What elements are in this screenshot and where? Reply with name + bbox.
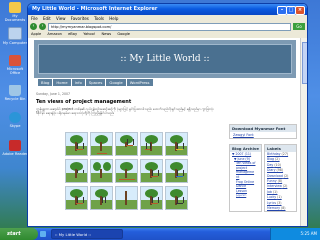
desktop-icon-my-documents[interactable]: My Documents bbox=[2, 2, 28, 22]
pdf-icon bbox=[9, 140, 21, 151]
cartoon-panel bbox=[165, 186, 188, 210]
cartoon-panel bbox=[140, 159, 163, 183]
navigation-bar: ‹ › http://mymyanmar.blogspot.com/ Go bbox=[28, 22, 307, 31]
cartoon-panel bbox=[140, 186, 163, 210]
tab-google[interactable]: Google bbox=[106, 79, 126, 86]
menu-view[interactable]: View bbox=[56, 16, 66, 21]
clock: 5:25 AM bbox=[300, 231, 317, 236]
tab-spaces[interactable]: Spaces bbox=[85, 79, 106, 86]
address-input[interactable]: http://mymyanmar.blogspot.com/ bbox=[48, 22, 291, 31]
cartoon-panel bbox=[90, 186, 113, 210]
scrollbar-thumb[interactable] bbox=[302, 42, 307, 84]
ie-quicklaunch-icon[interactable] bbox=[40, 231, 46, 237]
sidebar: Download Myanmar Font Zawgyi Font Blog A… bbox=[229, 124, 297, 213]
desktop-icon-label: Skype bbox=[9, 124, 21, 128]
desktop-icon-label: My Computer bbox=[2, 41, 28, 45]
forward-button[interactable]: › bbox=[39, 23, 46, 30]
tab-info[interactable]: Info bbox=[71, 79, 85, 86]
browser-window: My Little World - Microsoft Internet Exp… bbox=[27, 3, 308, 227]
post-date: Sunday, June 1, 2007 bbox=[36, 92, 71, 96]
archive-post-link[interactable]: မြန်မာစာ bbox=[230, 193, 261, 198]
cartoon-panel bbox=[90, 132, 113, 156]
taskbar: start :: My Little World :: 5:25 AM bbox=[0, 228, 320, 240]
font-download-box: Download Myanmar Font Zawgyi Font bbox=[229, 124, 297, 139]
computer-icon bbox=[8, 27, 22, 40]
blog-header-title[interactable]: :: My Little World :: bbox=[38, 44, 292, 74]
post-title[interactable]: Ten views of project management bbox=[36, 99, 131, 105]
bookmark-amazon[interactable]: Amazon bbox=[47, 32, 62, 36]
cartoon-panel bbox=[115, 159, 138, 183]
cartoon-panel bbox=[140, 132, 163, 156]
bookmark-google[interactable]: Google bbox=[117, 32, 130, 36]
blog-header: :: My Little World :: bbox=[34, 40, 296, 78]
system-tray: 5:25 AM bbox=[270, 228, 320, 240]
window-title: My Little World - Microsoft Internet Exp… bbox=[32, 6, 158, 12]
zawgyi-font-link[interactable]: Zawgyi Font bbox=[230, 132, 296, 138]
blog-archive-heading: Blog Archive bbox=[230, 145, 261, 152]
tab-wordpress[interactable]: WordPress bbox=[126, 79, 153, 86]
font-download-heading: Download Myanmar Font bbox=[230, 125, 296, 132]
desktop-icon-label: Microsoft Office bbox=[6, 67, 24, 75]
start-button[interactable]: start bbox=[0, 228, 38, 240]
menu-edit[interactable]: Edit bbox=[43, 16, 51, 21]
post-body: ကွန်ပျူတာ ဆော့ဖ်ဝဲ project တစ်ခု၏ လုပ်ငန… bbox=[36, 107, 214, 116]
cartoon-panel bbox=[165, 159, 188, 183]
desktop-icon-my-computer[interactable]: My Computer bbox=[2, 27, 28, 45]
bookmark-news[interactable]: News bbox=[101, 32, 111, 36]
menu-tools[interactable]: Tools bbox=[94, 16, 104, 21]
labels-heading: Labels bbox=[265, 145, 296, 152]
desktop-icon-skype[interactable]: Skype bbox=[2, 112, 28, 128]
cartoon-panel bbox=[65, 132, 88, 156]
office-icon bbox=[9, 55, 21, 66]
cartoon-panel bbox=[90, 159, 113, 183]
menu-file[interactable]: File bbox=[31, 16, 38, 21]
cartoon-panel bbox=[65, 159, 88, 183]
vertical-scrollbar[interactable] bbox=[300, 38, 307, 226]
back-button[interactable]: ‹ bbox=[30, 23, 37, 30]
desktop: My Documents My Computer Microsoft Offic… bbox=[0, 0, 30, 228]
blog-nav-tabs: Blog Home Info Spaces Google WordPress bbox=[38, 79, 153, 86]
desktop-icon-recycle-bin[interactable]: Recycle Bin bbox=[2, 85, 28, 101]
title-bar[interactable]: My Little World - Microsoft Internet Exp… bbox=[28, 4, 307, 15]
blog-archive: Blog Archive ▼ 2007 (11) ▼ June (9) Ten … bbox=[229, 144, 262, 213]
recycle-bin-icon bbox=[9, 85, 21, 96]
tree-swing-cartoon bbox=[65, 132, 188, 210]
bookmark-ebay[interactable]: eBay bbox=[68, 32, 77, 36]
desktop-icon-office[interactable]: Microsoft Office bbox=[2, 55, 28, 75]
menu-favorites[interactable]: Favorites bbox=[71, 16, 89, 21]
menu-bar: File Edit View Favorites Tools Help bbox=[28, 15, 307, 22]
go-button[interactable]: Go bbox=[293, 23, 305, 30]
desktop-icon-label: Recycle Bin bbox=[4, 97, 26, 101]
cartoon-panel bbox=[65, 186, 88, 210]
labels-box: Labels Birthday (27) Blog (2) Day (10) D… bbox=[264, 144, 297, 213]
menu-help[interactable]: Help bbox=[109, 16, 118, 21]
label-link[interactable]: Memory (8) bbox=[265, 206, 296, 211]
desktop-icon-adobe-reader[interactable]: Adobe Reader bbox=[2, 140, 28, 156]
web-page: :: My Little World :: Blog Home Info Spa… bbox=[28, 38, 301, 226]
tab-blog[interactable]: Blog bbox=[38, 79, 53, 86]
bookmark-apple[interactable]: Apple bbox=[31, 32, 41, 36]
cartoon-panel bbox=[115, 186, 138, 210]
taskbar-window-button[interactable]: :: My Little World :: bbox=[51, 229, 123, 239]
cartoon-panel bbox=[165, 132, 188, 156]
desktop-icon-label: Adobe Reader bbox=[2, 152, 28, 156]
bookmark-yahoo[interactable]: Yahoo! bbox=[83, 32, 95, 36]
sidebar-columns: Blog Archive ▼ 2007 (11) ▼ June (9) Ten … bbox=[229, 144, 297, 213]
desktop-icon-label: My Documents bbox=[4, 14, 26, 22]
skype-icon bbox=[9, 112, 21, 123]
folder-icon bbox=[9, 2, 21, 13]
tab-home[interactable]: Home bbox=[53, 79, 71, 86]
cartoon-panel bbox=[115, 132, 138, 156]
close-button[interactable]: × bbox=[295, 6, 305, 15]
